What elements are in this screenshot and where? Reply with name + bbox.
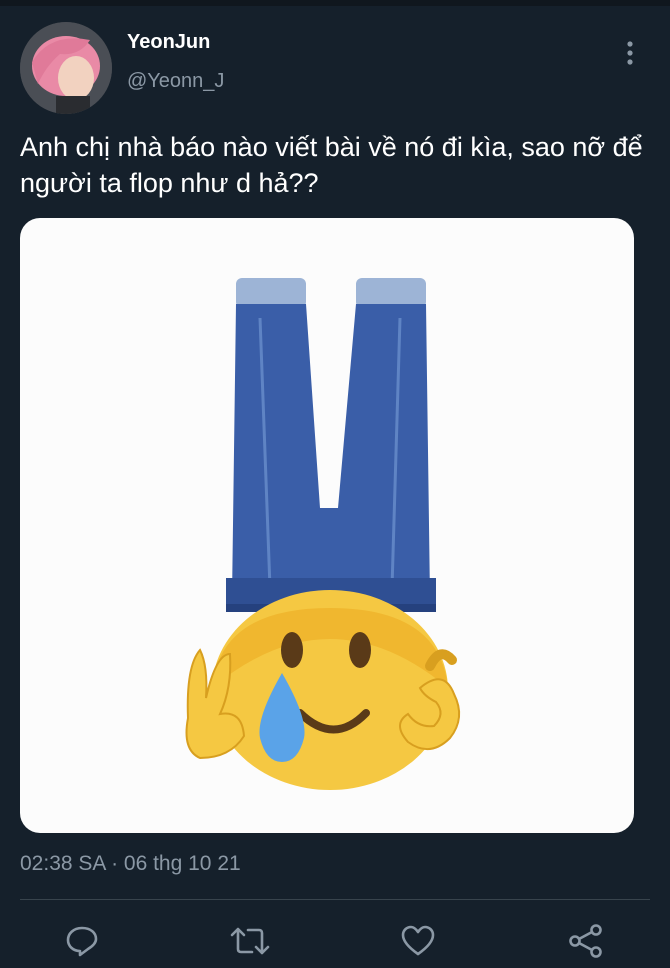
retweet-icon[interactable]	[230, 921, 270, 961]
more-options-icon[interactable]	[618, 40, 642, 66]
display-name[interactable]: YeonJun	[127, 31, 210, 54]
avatar[interactable]	[20, 22, 112, 114]
tweet-text: Anh chị nhà báo nào viết bài về nó đi kì…	[20, 132, 643, 198]
user-handle[interactable]: @Yeonn_J	[127, 70, 224, 93]
reply-icon[interactable]	[62, 921, 102, 961]
share-icon[interactable]	[566, 921, 606, 961]
tweet-detail: YeonJun @Yeonn_J Anh chị nhà báo nào viế…	[0, 6, 670, 968]
heart-icon[interactable]	[398, 921, 438, 961]
tweet-actions-bar	[0, 921, 670, 961]
tweet-timestamp[interactable]: 02:38 SA · 06 thg 10 21	[20, 852, 241, 876]
divider	[20, 899, 650, 900]
tweet-media-image[interactable]	[20, 218, 634, 833]
jeans-emoji-illustration	[185, 278, 461, 790]
